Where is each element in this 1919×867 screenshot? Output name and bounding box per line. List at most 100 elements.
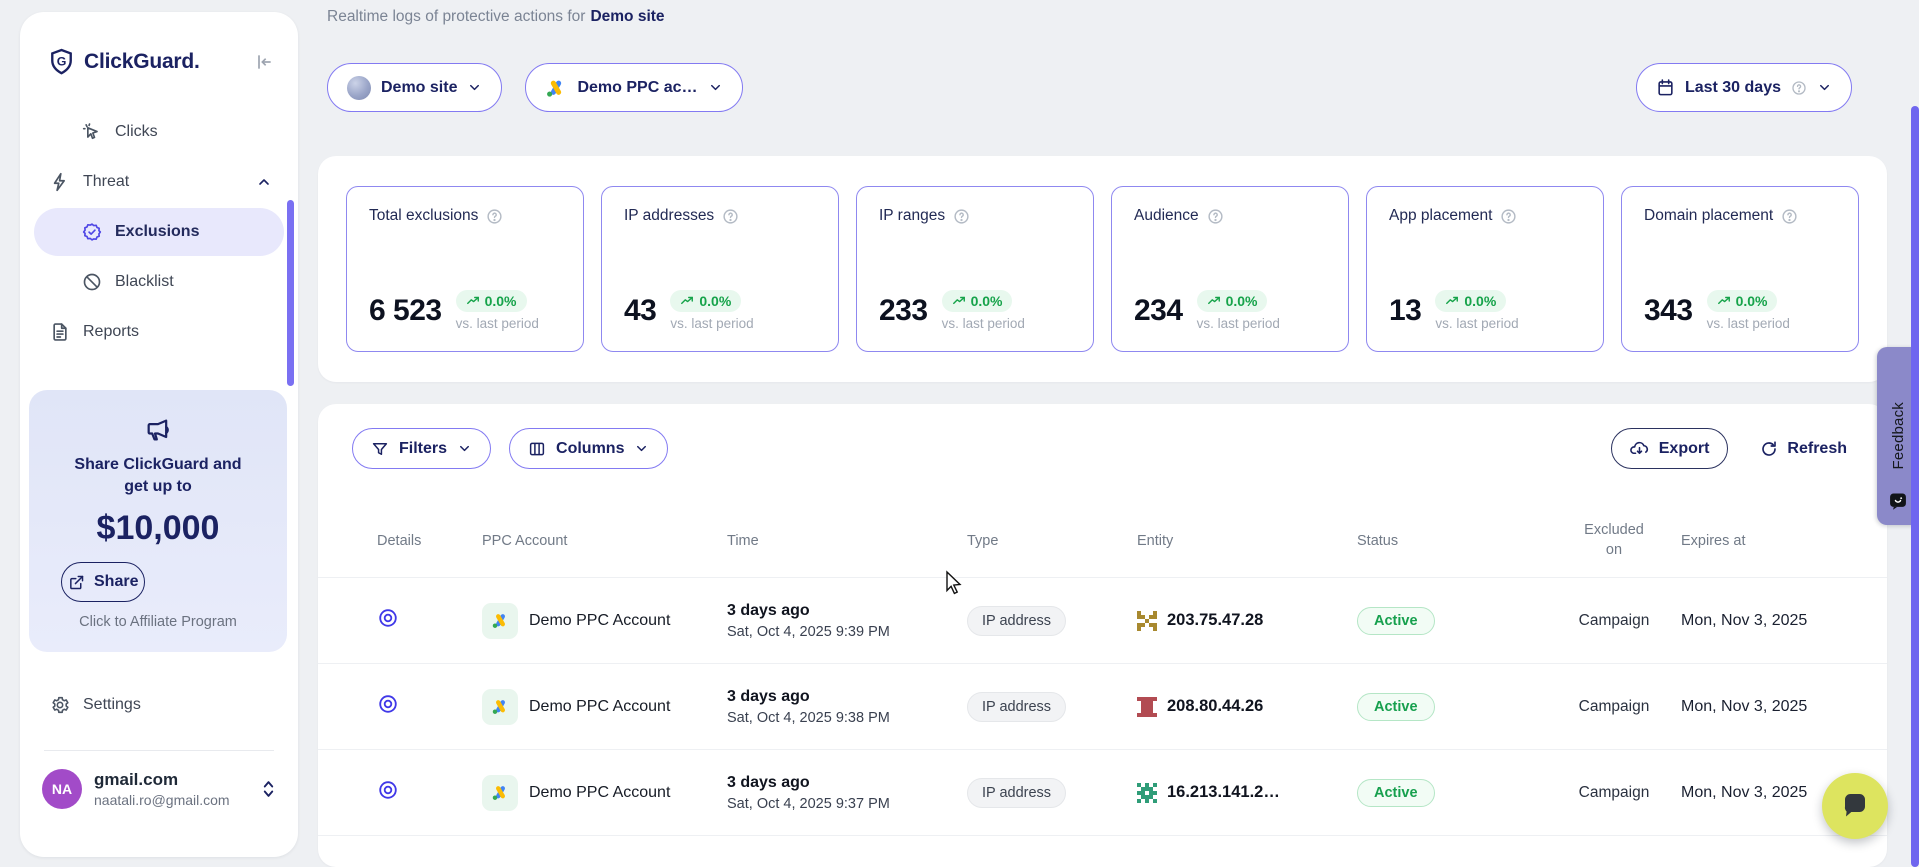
help-circle-icon[interactable] <box>1791 80 1807 96</box>
stat-value: 233 <box>879 294 928 328</box>
excluded-on-value: Campaign <box>1547 612 1681 630</box>
external-link-icon <box>68 574 85 591</box>
help-circle-icon[interactable] <box>1207 208 1224 225</box>
sidebar-item-label: Threat <box>83 173 129 191</box>
trend-up-icon <box>952 294 966 308</box>
account-switcher[interactable]: NA gmail.com naatali.ro@gmail.com <box>20 751 298 809</box>
promo-line2: get up to <box>47 476 269 498</box>
columns-dropdown[interactable]: Columns <box>509 428 668 469</box>
stat-value: 234 <box>1134 294 1183 328</box>
col-header-time: Time <box>727 533 967 549</box>
table-row: Demo PPC Account 3 days agoSat, Oct 4, 2… <box>318 663 1887 749</box>
view-details-icon[interactable] <box>377 607 399 629</box>
help-circle-icon[interactable] <box>953 208 970 225</box>
stat-title: IP addresses <box>624 207 714 225</box>
stat-value: 13 <box>1389 294 1421 328</box>
chevron-down-icon <box>1817 80 1832 95</box>
sidebar-item-threat[interactable]: Threat <box>20 157 298 207</box>
ppc-account-selector-dropdown[interactable]: Demo PPC ac… <box>525 63 742 112</box>
site-selector-dropdown[interactable]: Demo site <box>327 63 502 112</box>
stat-card-total-exclusions: Total exclusions 6 523 0.0% vs. last per… <box>346 186 584 352</box>
expires-at-value: Mon, Nov 3, 2025 <box>1681 612 1867 630</box>
shield-logo-icon: G <box>48 48 75 75</box>
sidebar-nav: Clicks Threat Exclusions Blacklist <box>20 107 298 357</box>
stat-value: 343 <box>1644 294 1693 328</box>
time-relative: 3 days ago <box>727 774 967 792</box>
sidebar-item-settings[interactable]: Settings <box>20 680 298 730</box>
entity-identicon <box>1137 697 1157 717</box>
trend-up-icon <box>1207 294 1221 308</box>
view-details-icon[interactable] <box>377 693 399 715</box>
affiliate-link[interactable]: Click to Affiliate Program <box>47 614 269 630</box>
stat-value: 6 523 <box>369 294 442 328</box>
stat-note: vs. last period <box>942 316 1025 331</box>
stat-card-ip-addresses: IP addresses 43 0.0% vs. last period <box>601 186 839 352</box>
exclusions-table-panel: Filters Columns Export Refresh Details P… <box>318 404 1887 867</box>
chevron-down-icon <box>457 441 472 456</box>
chevron-down-icon <box>467 80 482 95</box>
stat-change: 0.0% <box>971 293 1003 309</box>
view-details-icon[interactable] <box>377 779 399 801</box>
stat-change: 0.0% <box>699 293 731 309</box>
chevron-down-icon <box>634 441 649 456</box>
table-row: Demo PPC Account 3 days agoSat, Oct 4, 2… <box>318 749 1887 835</box>
col-header-details: Details <box>352 533 482 549</box>
stat-title: IP ranges <box>879 207 945 225</box>
date-range-dropdown[interactable]: Last 30 days <box>1636 63 1852 112</box>
col-header-entity: Entity <box>1137 533 1357 549</box>
promo-amount: $10,000 <box>47 509 269 548</box>
account-email: naatali.ro@gmail.com <box>94 792 230 808</box>
stat-change: 0.0% <box>1736 293 1768 309</box>
sidebar-item-clicks[interactable]: Clicks <box>20 107 298 157</box>
chevron-up-icon <box>256 174 272 190</box>
sidebar-item-blacklist[interactable]: Blacklist <box>20 257 298 307</box>
sidebar-item-exclusions[interactable]: Exclusions <box>34 208 284 256</box>
stat-note: vs. last period <box>1435 316 1518 331</box>
help-circle-icon[interactable] <box>486 208 503 225</box>
google-ads-icon <box>482 603 518 639</box>
sidebar-scrollbar[interactable] <box>287 200 294 386</box>
chat-launcher-button[interactable] <box>1822 773 1888 839</box>
megaphone-icon <box>47 416 269 444</box>
help-circle-icon[interactable] <box>722 208 739 225</box>
trend-up-icon <box>1445 294 1459 308</box>
trend-up-icon <box>466 294 480 308</box>
feedback-chat-icon <box>1888 491 1908 511</box>
table-header-row: Details PPC Account Time Type Entity Sta… <box>318 505 1887 577</box>
time-full: Sat, Oct 4, 2025 9:39 PM <box>727 624 967 640</box>
time-full: Sat, Oct 4, 2025 9:38 PM <box>727 710 967 726</box>
avatar: NA <box>42 769 82 809</box>
help-circle-icon[interactable] <box>1781 208 1798 225</box>
sidebar-item-reports[interactable]: Reports <box>20 307 298 357</box>
refresh-button[interactable]: Refresh <box>1754 439 1853 459</box>
col-header-type: Type <box>967 533 1137 549</box>
help-circle-icon[interactable] <box>1500 208 1517 225</box>
page-scrollbar[interactable] <box>1911 106 1919 867</box>
col-header-ppc-account: PPC Account <box>482 533 727 549</box>
sidebar-item-label: Reports <box>83 323 139 341</box>
sidebar-item-label: Blacklist <box>115 273 174 291</box>
filters-dropdown[interactable]: Filters <box>352 428 491 469</box>
brand-logo: G ClickGuard. <box>48 48 200 75</box>
gear-icon <box>50 695 70 715</box>
sidebar-collapse-icon[interactable] <box>254 52 274 72</box>
share-button[interactable]: Share <box>61 562 145 602</box>
site-selector-value: Demo site <box>381 79 457 97</box>
status-badge: Active <box>1357 693 1435 721</box>
col-header-excluded-on: Excluded on <box>1547 521 1681 560</box>
col-header-expires-at: Expires at <box>1681 533 1867 549</box>
badge-check-icon <box>82 222 102 242</box>
table-row: 3 days ago <box>318 835 1887 867</box>
time-relative: 3 days ago <box>727 688 967 706</box>
zap-icon <box>50 172 70 192</box>
affiliate-promo-card: Share ClickGuard and get up to $10,000 S… <box>29 390 287 652</box>
entity-identicon <box>1137 611 1157 631</box>
stat-card-audience: Audience 234 0.0% vs. last period <box>1111 186 1349 352</box>
columns-label: Columns <box>556 440 624 458</box>
export-button[interactable]: Export <box>1611 428 1729 469</box>
stats-panel: Total exclusions 6 523 0.0% vs. last per… <box>318 156 1887 382</box>
export-label: Export <box>1659 440 1710 458</box>
page-subtitle: Realtime logs of protective actions forD… <box>327 8 665 26</box>
ppc-selector-value: Demo PPC ac… <box>577 79 697 97</box>
type-badge: IP address <box>967 606 1066 636</box>
